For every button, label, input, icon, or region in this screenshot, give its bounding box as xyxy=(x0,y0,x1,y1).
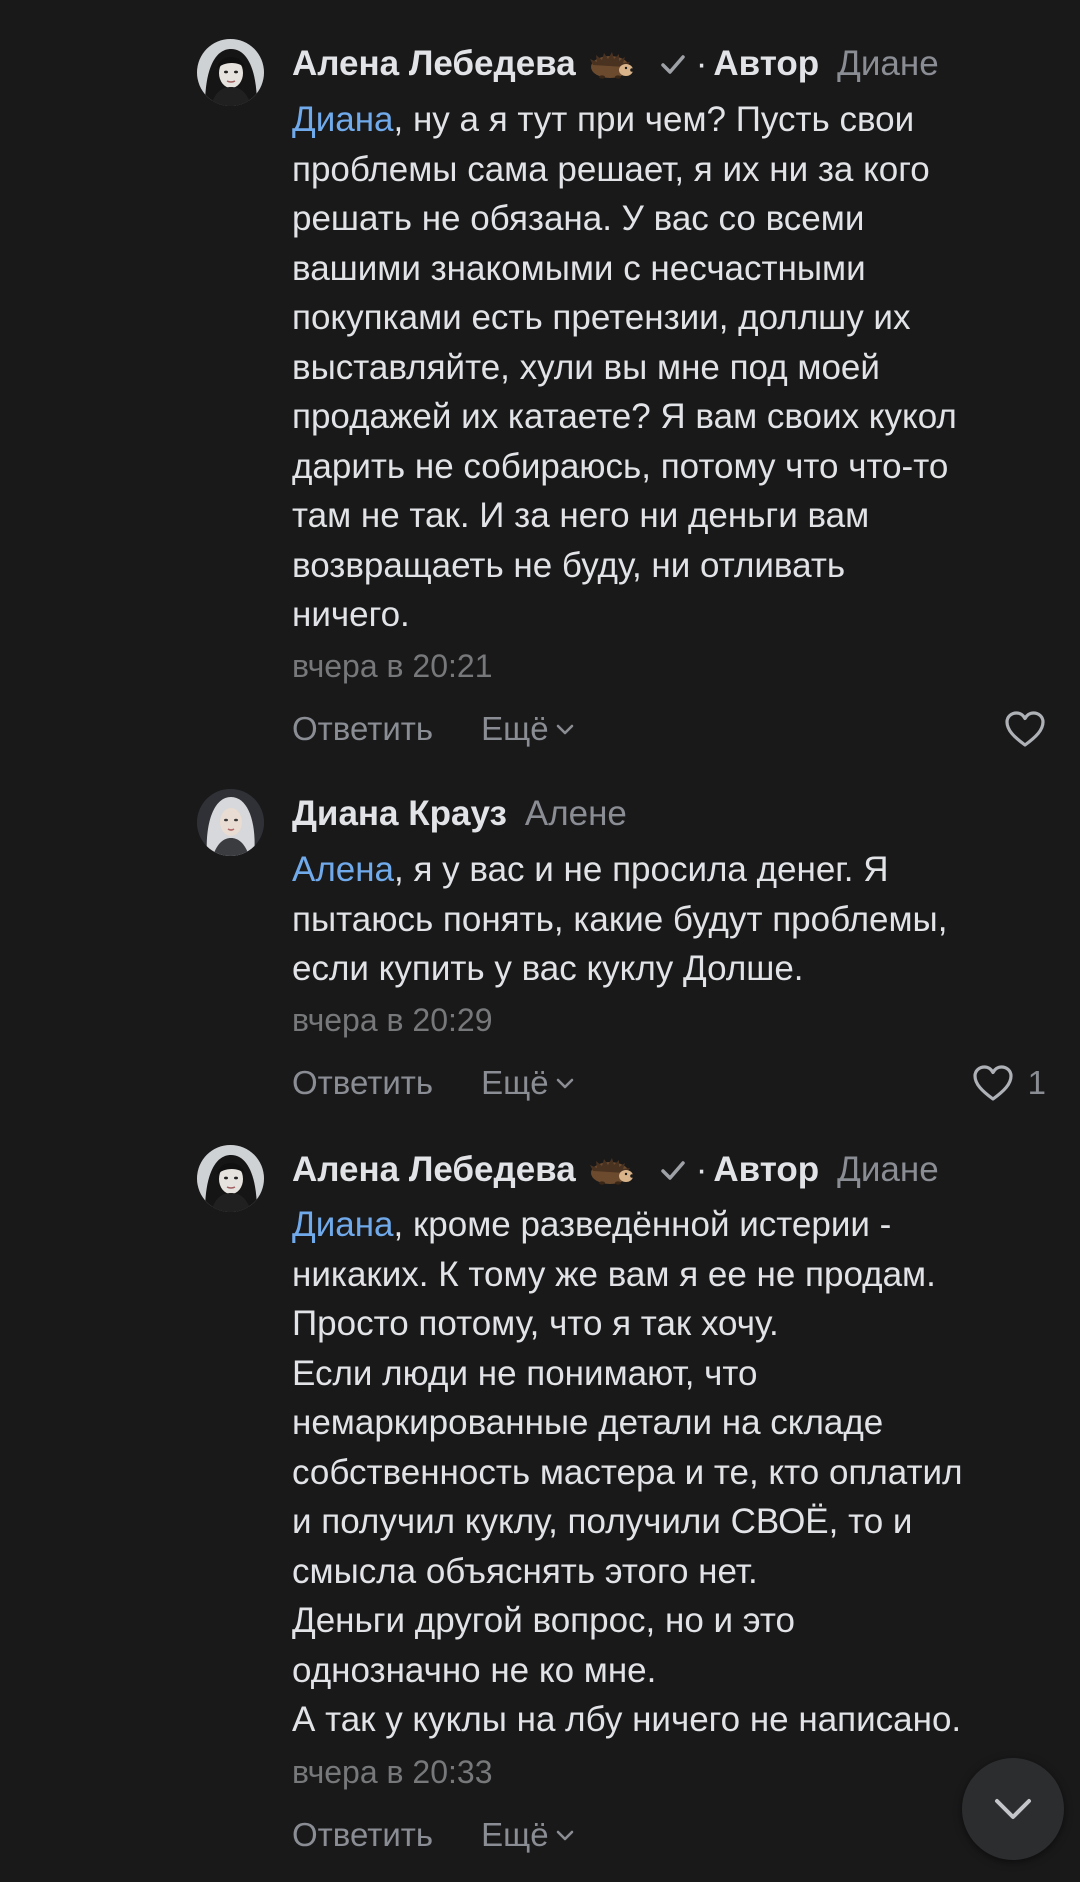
avatar[interactable] xyxy=(197,39,264,106)
chevron-down-icon xyxy=(556,1830,573,1841)
heart-icon xyxy=(1005,711,1045,747)
reply-button[interactable]: Ответить xyxy=(292,1816,433,1854)
reply-to-name[interactable]: Алене xyxy=(525,794,627,834)
chevron-down-icon xyxy=(556,1078,573,1089)
comment-line: Диана, ну а я тут при чем? Пусть свои xyxy=(292,95,1052,145)
comment-header: Алена Лебедева · Автор Диане xyxy=(292,1145,939,1195)
comment-actions: Ответить Ещё xyxy=(292,1060,577,1106)
separator-dot: · xyxy=(695,44,708,83)
like-button[interactable] xyxy=(1004,706,1046,752)
reply-to-name[interactable]: Диане xyxy=(837,44,939,84)
more-label: Ещё xyxy=(481,1064,549,1101)
comment-line: смысла объяснять этого нет. xyxy=(292,1551,758,1591)
comment-line: Деньги другой вопрос, но и это xyxy=(292,1601,795,1640)
chevron-down-icon xyxy=(556,724,573,735)
comment-line: возвращаеть не буду, ни отливать xyxy=(292,545,846,585)
scroll-down-button[interactable] xyxy=(962,1758,1064,1860)
comment-line-text: , я у вас и не просила денег. Я xyxy=(394,850,889,889)
hedgehog-icon xyxy=(588,1155,634,1185)
comment-line: покупками есть претензии, доллшу их xyxy=(292,298,911,337)
comment-line: вашими знакомыми с несчастными xyxy=(292,248,866,288)
comment-line: выставляйте, хули вы мне под моей xyxy=(292,347,880,387)
like-button[interactable]: 1 xyxy=(972,1060,1046,1106)
comment-line: Алена, я у вас и не просила денег. Я xyxy=(292,845,1052,895)
mention-link[interactable]: Диана xyxy=(292,1205,394,1244)
comment-line: ничего. xyxy=(292,595,410,634)
comment-timestamp[interactable]: вчера в 20:29 xyxy=(292,1002,492,1039)
author-role-badge: Автор xyxy=(713,1150,820,1189)
comment-line: дарить не собираюсь, потому что что-то xyxy=(292,446,949,486)
comment-line: продажей их катаете? Я вам своих кукол xyxy=(292,397,957,436)
hedgehog-icon xyxy=(588,49,634,79)
mention-link[interactable]: Алена xyxy=(292,850,394,889)
comment-text: Алена, я у вас и не просила денег. Я пыт… xyxy=(292,845,1052,994)
mention-link[interactable]: Диана xyxy=(292,100,394,139)
avatar[interactable] xyxy=(197,789,264,856)
like-count: 1 xyxy=(1027,1064,1046,1101)
author-name[interactable]: Диана Крауз xyxy=(292,794,507,834)
comment-line: никаких. К тому же вам я ее не продам. xyxy=(292,1254,936,1294)
reply-button[interactable]: Ответить xyxy=(292,710,433,748)
author-name[interactable]: Алена Лебедева xyxy=(292,44,576,84)
avatar[interactable] xyxy=(197,1145,264,1212)
verified-check-icon xyxy=(656,1153,690,1187)
comment-line: Если люди не понимают, что xyxy=(292,1353,758,1393)
comment-timestamp[interactable]: вчера в 20:33 xyxy=(292,1754,492,1791)
comment-line: там не так. И за него ни деньги вам xyxy=(292,496,870,535)
comment-header: Алена Лебедева · Автор Диане xyxy=(292,39,939,89)
comment-actions: Ответить Ещё xyxy=(292,1812,577,1858)
comment-line: однозначно не ко мне. xyxy=(292,1650,657,1690)
reply-to-name[interactable]: Диане xyxy=(837,1150,939,1190)
more-button[interactable]: Ещё xyxy=(481,1816,577,1854)
comment-line: если купить у вас куклу Долше. xyxy=(292,949,804,988)
more-button[interactable]: Ещё xyxy=(481,710,577,748)
comment-text: Диана, кроме разведённой истерии - никак… xyxy=(292,1200,1052,1745)
comment-line-text: , кроме разведённой истерии - xyxy=(393,1205,892,1244)
comment-header: Диана Крауз Алене xyxy=(292,789,627,839)
comment-line: и получил куклу, получили СВОЁ, то и xyxy=(292,1502,913,1541)
comment-line: пытаюсь понять, какие будут проблемы, xyxy=(292,899,948,939)
author-name[interactable]: Алена Лебедева xyxy=(292,1150,576,1190)
more-label: Ещё xyxy=(481,710,549,747)
heart-icon xyxy=(973,1065,1013,1101)
comment-actions: Ответить Ещё xyxy=(292,706,577,752)
more-label: Ещё xyxy=(481,1816,549,1853)
comment-line: немаркированные детали на складе xyxy=(292,1403,884,1442)
comment-text: Диана, ну а я тут при чем? Пусть свои пр… xyxy=(292,95,1052,640)
verified-check-icon xyxy=(656,47,690,81)
comment-line: А так у куклы на лбу ничего не написано. xyxy=(292,1700,962,1739)
author-role-badge: Автор xyxy=(713,44,820,83)
reply-button[interactable]: Ответить xyxy=(292,1064,433,1102)
comment-line: Диана, кроме разведённой истерии - xyxy=(292,1200,1052,1250)
comment-line: Просто потому, что я так хочу. xyxy=(292,1304,779,1343)
more-button[interactable]: Ещё xyxy=(481,1064,577,1102)
comment-line-text: , ну а я тут при чем? Пусть свои xyxy=(393,100,915,139)
comment-line: проблемы сама решает, я их ни за кого xyxy=(292,149,930,189)
comment-line: собственность мастера и те, кто оплатил xyxy=(292,1452,963,1492)
chevron-down-icon xyxy=(995,1799,1031,1819)
separator-dot: · xyxy=(695,1150,708,1189)
comment-timestamp[interactable]: вчера в 20:21 xyxy=(292,648,492,685)
comment-line: решать не обязана. У вас со всеми xyxy=(292,199,865,238)
